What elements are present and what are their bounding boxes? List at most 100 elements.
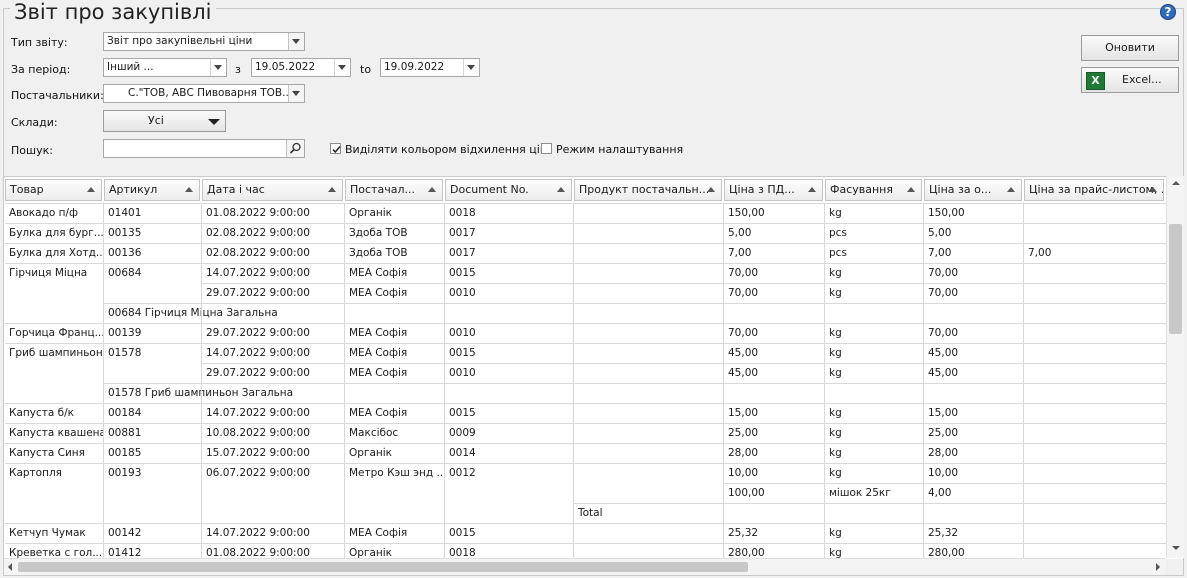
table-cell: 0014 — [449, 447, 476, 459]
table-cell: 00881 — [108, 427, 142, 439]
dropdown-arrow-icon — [208, 119, 220, 125]
col-article-header[interactable]: Артикул — [104, 179, 200, 201]
col-unit-price-header[interactable]: Ціна за о... — [924, 179, 1022, 201]
sort-ascending-icon[interactable] — [185, 187, 193, 192]
table-cell: 01401 — [108, 207, 142, 219]
scroll-up-icon[interactable] — [1172, 181, 1180, 185]
sort-ascending-icon[interactable] — [808, 187, 816, 192]
date-to-value: 19.09.2022 — [384, 61, 445, 73]
table-cell: 14.07.2022 9:00:00 — [206, 407, 310, 419]
table-row[interactable]: Капуста квашена 00881 10.08.2022 9:00:00 Ма… — [4, 423, 1166, 443]
table-row[interactable]: Гірчиця Міцна 00684 14.07.2022 9:00:00 МЕА … — [4, 263, 1166, 283]
table-cell: Органік — [349, 207, 393, 219]
col-price-vat-header[interactable]: Ціна з ПД... — [724, 179, 823, 201]
excel-export-button[interactable]: X Excel... — [1081, 67, 1179, 93]
table-cell: Total — [578, 507, 603, 519]
table-row[interactable]: Горчица Франц... 00139 29.07.2022 9:00:00 М… — [4, 323, 1166, 343]
table-row[interactable]: Булка для бург... 00135 02.08.2022 9:00:00… — [4, 223, 1166, 243]
table-cell: 00684 — [108, 267, 142, 279]
sort-ascending-icon[interactable] — [428, 187, 436, 192]
table-row[interactable]: Креветка с гол... 01412 01.08.2022 9:00:00… — [4, 543, 1166, 559]
vertical-scroll-thumb[interactable] — [1169, 224, 1182, 334]
table-row[interactable]: Картопля 00193 06.07.2022 9:00:00 Метро Кэш… — [4, 463, 1166, 483]
row-divider — [202, 363, 1166, 364]
sort-ascending-icon[interactable] — [557, 187, 565, 192]
sort-ascending-icon[interactable] — [328, 187, 336, 192]
col-product-header[interactable]: Товар — [5, 179, 102, 201]
scroll-down-icon[interactable] — [1172, 546, 1180, 550]
highlight-checkbox[interactable] — [330, 143, 341, 154]
table-row[interactable]: 29.07.2022 9:00:00 МЕА Софія 0010 70,00 kg 70… — [4, 283, 1166, 303]
col-datetime-header[interactable]: Дата і час — [202, 179, 343, 201]
horizontal-scroll-thumb[interactable] — [18, 562, 748, 572]
help-icon[interactable]: ? — [1160, 4, 1176, 20]
report-type-select[interactable]: Звіт про закупівельні ціни — [103, 32, 305, 51]
column-header-label: Фасування — [830, 183, 893, 196]
table-row[interactable]: Капуста б/к 00184 14.07.2022 9:00:00 МЕА Со… — [4, 403, 1166, 423]
scroll-left-icon[interactable] — [8, 563, 12, 571]
table-cell: 280,00 — [728, 547, 765, 559]
chevron-down-icon[interactable] — [334, 59, 350, 76]
horizontal-scrollbar[interactable] — [4, 558, 1166, 575]
purchase-report-table[interactable]: Товар Артикул Дата і час Постачал... Documen… — [4, 176, 1183, 559]
table-cell: Креветка с гол... — [9, 547, 103, 559]
table-cell: kg — [829, 207, 842, 219]
table-row[interactable]: Авокадо п/ф 01401 01.08.2022 9:00:00 Органі… — [4, 203, 1166, 223]
chevron-down-icon[interactable] — [288, 85, 304, 102]
col-packaging-header[interactable]: Фасування — [825, 179, 922, 201]
table-cell: Булка для бург... — [9, 227, 104, 239]
chevron-down-icon[interactable] — [463, 59, 479, 76]
period-select[interactable]: Інший ... — [103, 58, 227, 77]
warehouses-dropdown[interactable]: Усі — [103, 110, 226, 132]
row-divider — [5, 343, 1166, 344]
col-supplier-header[interactable]: Постачал... — [345, 179, 443, 201]
row-divider — [5, 403, 1166, 404]
highlight-label: Виділяти кольором відхилення цін — [345, 143, 548, 156]
suppliers-label: Постачальники: — [11, 89, 104, 102]
table-cell: 02.08.2022 9:00:00 — [206, 227, 310, 239]
table-cell: 01578 Гриб шампиньон Загальна — [108, 387, 294, 399]
column-divider — [201, 203, 202, 559]
chevron-down-icon[interactable] — [288, 33, 304, 50]
vertical-scrollbar[interactable] — [1166, 176, 1184, 558]
table-row[interactable]: Капуста Синя 00185 15.07.2022 9:00:00 Орган… — [4, 443, 1166, 463]
table-cell: 280,00 — [928, 547, 965, 559]
setup-mode-checkbox[interactable] — [541, 143, 552, 154]
row-divider — [5, 463, 1166, 464]
sort-ascending-icon[interactable] — [1149, 187, 1157, 192]
table-row[interactable]: Булка для Хотд... 00136 02.08.2022 9:00:00… — [4, 243, 1166, 263]
table-row[interactable]: 100,00 мішок 25кг 4,00 — [4, 483, 1166, 503]
table-cell: 0015 — [449, 527, 476, 539]
col-supplier-product-header[interactable]: Продукт постачальн... — [574, 179, 722, 201]
page-title: Звіт про закупівлі — [10, 0, 216, 24]
table-cell: kg — [829, 547, 842, 559]
table-cell: 7,00 — [728, 247, 752, 259]
column-divider — [923, 203, 924, 559]
search-icon[interactable] — [286, 140, 304, 157]
sort-ascending-icon[interactable] — [907, 187, 915, 192]
table-row[interactable]: Гриб шампиньон 01578 14.07.2022 9:00:00 МЕА… — [4, 343, 1166, 363]
subtotal-row[interactable]: 00684 Гірчиця Міцна Загальна — [4, 303, 1166, 323]
chevron-down-icon[interactable] — [210, 59, 226, 76]
search-input[interactable] — [103, 139, 305, 158]
col-document-header[interactable]: Document No. — [445, 179, 572, 201]
date-to-picker[interactable]: 19.09.2022 — [380, 58, 480, 77]
table-cell: 70,00 — [728, 287, 759, 299]
subtotal-row[interactable]: 01578 Гриб шампиньон Загальна — [4, 383, 1166, 403]
refresh-button[interactable]: Оновити — [1081, 35, 1179, 61]
table-row[interactable]: 29.07.2022 9:00:00 МЕА Софія 0010 45,00 kg 45… — [4, 363, 1166, 383]
sort-ascending-icon[interactable] — [87, 187, 95, 192]
row-divider — [5, 263, 1166, 264]
row-divider — [104, 303, 1166, 304]
suppliers-select[interactable]: С."ТОВ, АВС Пивоварня ТОВ... — [103, 84, 305, 103]
table-cell: 00185 — [108, 447, 142, 459]
table-row[interactable]: Кетчуп Чумак 00142 14.07.2022 9:00:00 МЕА С… — [4, 523, 1166, 543]
sort-ascending-icon[interactable] — [1007, 187, 1015, 192]
scroll-right-icon[interactable] — [1156, 563, 1160, 571]
table-cell: МЕА Софія — [349, 367, 408, 379]
sort-ascending-icon[interactable] — [707, 187, 715, 192]
row-divider — [5, 443, 1166, 444]
col-pricelist-price-header[interactable]: Ціна за прайс-листом, ... — [1024, 179, 1164, 201]
total-row[interactable]: Total — [4, 503, 1166, 523]
date-from-picker[interactable]: 19.05.2022 — [251, 58, 351, 77]
